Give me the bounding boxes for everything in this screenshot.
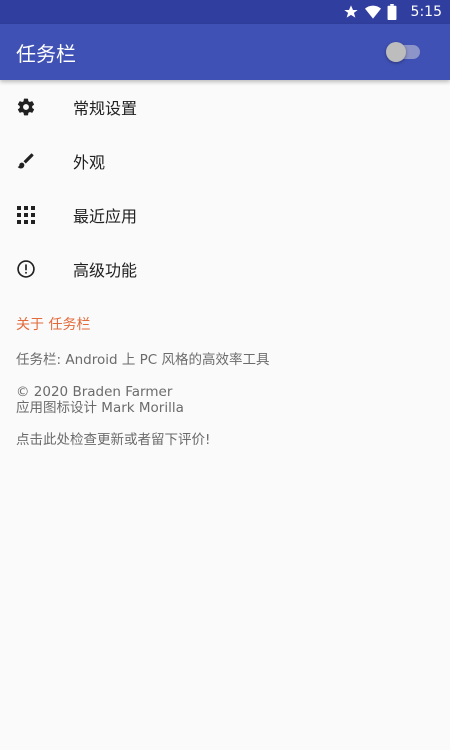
menu-item-appearance[interactable]: 外观 bbox=[0, 134, 450, 188]
wifi-icon bbox=[364, 4, 381, 20]
menu-item-label: 最近应用 bbox=[73, 207, 138, 226]
check-updates-link[interactable]: 点击此处检查更新或者留下评价! bbox=[0, 432, 450, 448]
menu-item-advanced-features[interactable]: 高级功能 bbox=[0, 242, 450, 296]
status-bar: 5:15 bbox=[0, 0, 450, 24]
copyright-line: © 2020 Braden Farmer bbox=[16, 384, 173, 400]
battery-icon bbox=[387, 4, 403, 20]
switch-thumb bbox=[386, 42, 406, 62]
gear-icon bbox=[16, 97, 36, 117]
about-description: 任务栏: Android 上 PC 风格的高效率工具 bbox=[16, 352, 270, 368]
page-title: 任务栏 bbox=[16, 41, 76, 66]
menu-item-recent-apps[interactable]: 最近应用 bbox=[0, 188, 450, 242]
grid-icon bbox=[16, 205, 36, 225]
menu-item-label: 外观 bbox=[73, 153, 106, 172]
menu-item-general-settings[interactable]: 常规设置 bbox=[0, 80, 450, 134]
settings-menu: 常规设置 外观 最近应用 高级功能 bbox=[0, 80, 450, 296]
alert-circle-icon bbox=[16, 259, 36, 279]
about-section-header: 关于 任务栏 bbox=[16, 317, 91, 333]
brush-icon bbox=[16, 151, 36, 171]
status-time: 5:15 bbox=[410, 4, 442, 20]
icon-credit-line: 应用图标设计 Mark Morilla bbox=[16, 400, 184, 416]
star-icon bbox=[343, 4, 359, 20]
copyright-block[interactable]: © 2020 Braden Farmer 应用图标设计 Mark Morilla bbox=[0, 384, 450, 416]
enable-taskbar-switch[interactable] bbox=[386, 42, 422, 62]
menu-item-label: 常规设置 bbox=[73, 99, 138, 118]
app-bar: 任务栏 bbox=[0, 24, 450, 80]
menu-item-label: 高级功能 bbox=[73, 261, 138, 280]
